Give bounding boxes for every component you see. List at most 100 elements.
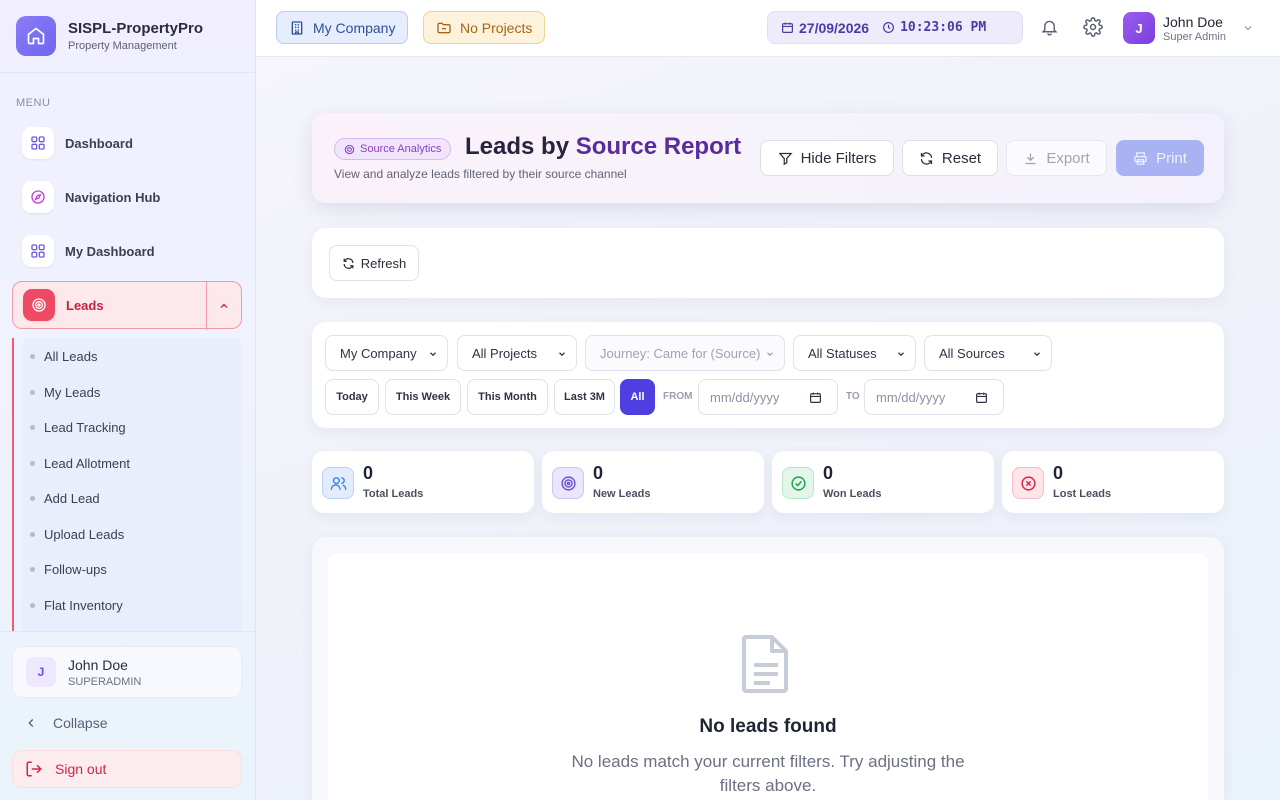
stat-new-leads: 0 New Leads: [542, 451, 764, 513]
top-header: My Company No Projects 27/09/2026 10:23:…: [256, 0, 1280, 57]
to-label: TO: [846, 391, 860, 402]
filters-card: My Company All Projects Journey: Came fo…: [312, 322, 1224, 428]
sidebar-footer: J John Doe SUPERADMIN Collapse Sign out: [0, 631, 256, 800]
submenu-item-lead-allotment[interactable]: Lead Allotment: [30, 448, 130, 478]
compass-icon: [22, 181, 54, 213]
submenu-item-flat-inventory[interactable]: Flat Inventory: [30, 590, 123, 620]
sources-filter-select[interactable]: All Sources: [924, 335, 1052, 371]
document-icon: [740, 633, 792, 700]
grid-icon: [22, 127, 54, 159]
stat-label: Lost Leads: [1053, 488, 1112, 500]
target-icon: [344, 144, 355, 154]
date-placeholder: mm/dd/yyyy: [710, 389, 780, 405]
title-part-2: Source Report: [575, 133, 742, 160]
main-content: Source Analytics Leads by Source Report …: [256, 57, 1280, 800]
range-this-week-button[interactable]: This Week: [385, 379, 461, 415]
logout-icon: [26, 761, 42, 777]
collapse-button[interactable]: Collapse: [24, 715, 107, 731]
sidebar-user-card[interactable]: J John Doe SUPERADMIN: [12, 646, 242, 698]
sign-out-button[interactable]: Sign out: [12, 750, 242, 788]
user-role: Super Admin: [1163, 30, 1226, 43]
range-all-button[interactable]: All: [620, 379, 655, 415]
sidebar-item-label: My Dashboard: [65, 243, 155, 259]
empty-state: No leads found No leads match your curre…: [328, 553, 1208, 800]
from-date-input[interactable]: mm/dd/yyyy: [698, 379, 838, 415]
menu-label: MENU: [16, 97, 51, 109]
submenu-item-follow-ups[interactable]: Follow-ups: [30, 554, 107, 584]
user-name: John Doe: [68, 656, 128, 673]
stat-won-leads: 0 Won Leads: [772, 451, 994, 513]
sidebar-item-navigation-hub[interactable]: Navigation Hub: [12, 173, 242, 221]
stat-lost-leads: 0 Lost Leads: [1002, 451, 1224, 513]
chevron-down-icon: [430, 352, 436, 357]
current-date: 27/09/2026: [799, 19, 870, 36]
empty-message: No leads match your current filters. Try…: [571, 752, 965, 795]
range-last-3m-button[interactable]: Last 3M: [554, 379, 615, 415]
results-card: No leads found No leads match your curre…: [312, 537, 1224, 800]
stat-value: 0: [593, 463, 604, 483]
sidebar-item-label: Leads: [66, 297, 104, 313]
statuses-filter-select[interactable]: All Statuses: [793, 335, 916, 371]
submenu-item-upload-leads[interactable]: Upload Leads: [30, 519, 124, 549]
chevron-up-icon[interactable]: [206, 282, 241, 330]
projects-selector[interactable]: No Projects: [423, 11, 546, 44]
badge-label: Source Analytics: [360, 143, 442, 155]
grid-icon: [22, 235, 54, 267]
current-time: 10:23:06 PM: [900, 20, 987, 35]
avatar: J: [26, 657, 56, 687]
refresh-card: Refresh: [312, 228, 1224, 298]
refresh-button[interactable]: Refresh: [329, 245, 419, 281]
submenu-item-all-leads[interactable]: All Leads: [30, 341, 97, 371]
reset-button[interactable]: Reset: [902, 140, 998, 176]
stat-label: New Leads: [593, 488, 651, 500]
range-today-button[interactable]: Today: [325, 379, 379, 415]
refresh-icon: [343, 257, 354, 269]
hide-filters-button[interactable]: Hide Filters: [760, 140, 894, 176]
reset-label: Reset: [941, 149, 982, 167]
check-circle-icon: [782, 467, 814, 499]
projects-filter-select[interactable]: All Projects: [457, 335, 577, 371]
gear-icon[interactable]: [1083, 17, 1103, 42]
calendar-icon[interactable]: [809, 391, 822, 404]
title-part-1: Leads by: [465, 133, 576, 160]
select-value: All Statuses: [808, 345, 877, 361]
calendar-icon[interactable]: [975, 391, 988, 404]
bell-icon[interactable]: [1040, 17, 1059, 42]
submenu-label: Add Lead: [44, 490, 100, 506]
sidebar-item-label: Navigation Hub: [65, 189, 161, 205]
to-date-input[interactable]: mm/dd/yyyy: [864, 379, 1004, 415]
submenu-item-lead-tracking[interactable]: Lead Tracking: [30, 412, 126, 442]
user-menu[interactable]: J John Doe Super Admin: [1123, 12, 1254, 44]
sidebar-item-dashboard[interactable]: Dashboard: [12, 119, 242, 167]
range-this-month-button[interactable]: This Month: [467, 379, 548, 415]
user-name: John Doe: [1163, 13, 1223, 30]
brand: SISPL-PropertyPro Property Management: [0, 0, 255, 73]
filter-icon: [778, 152, 793, 165]
brand-subtitle: Property Management: [68, 40, 177, 52]
hide-filters-label: Hide Filters: [800, 149, 877, 167]
chevron-down-icon: [1244, 26, 1252, 31]
submenu-item-add-lead[interactable]: Add Lead: [30, 483, 100, 513]
export-button[interactable]: Export: [1006, 140, 1107, 176]
select-value: Journey: Came for (Source): [600, 345, 761, 361]
empty-title: No leads found: [699, 716, 837, 737]
company-filter-select[interactable]: My Company: [325, 335, 448, 371]
leads-submenu: All Leads My Leads Lead Tracking Lead Al…: [12, 338, 242, 632]
submenu-label: Lead Allotment: [44, 455, 131, 471]
company-selector[interactable]: My Company: [276, 11, 409, 44]
refresh-icon: [920, 151, 933, 165]
print-button[interactable]: Print: [1116, 140, 1204, 176]
stat-total-leads: 0 Total Leads: [312, 451, 534, 513]
sidebar-item-my-dashboard[interactable]: My Dashboard: [12, 227, 242, 275]
brand-name: SISPL-PropertyPro: [68, 20, 204, 37]
select-value: My Company: [340, 345, 417, 361]
avatar: J: [1123, 12, 1155, 44]
sidebar-item-leads[interactable]: Leads: [12, 281, 242, 330]
chevron-down-icon: [767, 352, 773, 357]
page-title: Leads by Source Report: [465, 133, 741, 161]
submenu-item-my-leads[interactable]: My Leads: [30, 377, 100, 407]
select-value: All Projects: [472, 345, 538, 361]
user-role: SUPERADMIN: [68, 675, 142, 688]
journey-filter-select[interactable]: Journey: Came for (Source): [585, 335, 785, 371]
chevron-down-icon: [1034, 352, 1040, 357]
